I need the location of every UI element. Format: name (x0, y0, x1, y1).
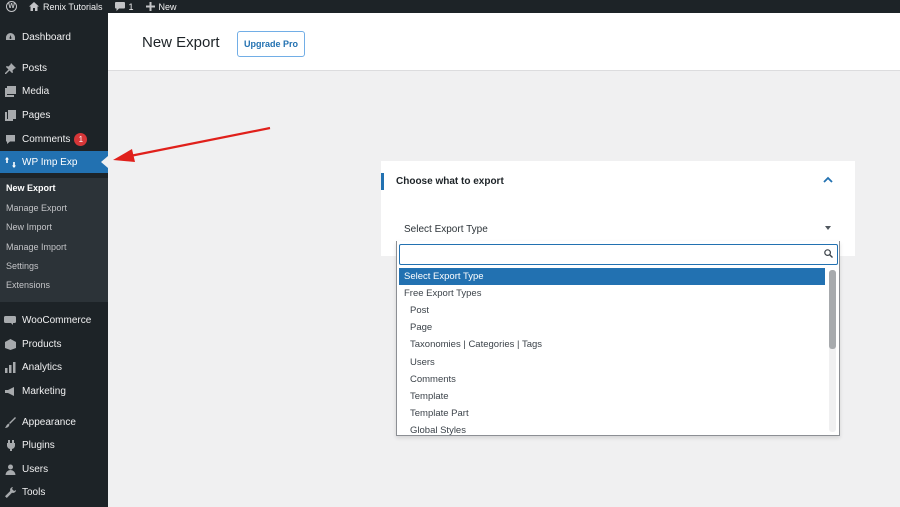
submenu-settings[interactable]: Settings (6, 261, 39, 271)
search-icon (824, 249, 833, 258)
comments-badge: 1 (74, 132, 88, 146)
submenu-new-import[interactable]: New Import (6, 222, 52, 232)
dropdown-option-select-export-type[interactable]: Select Export Type (399, 268, 825, 285)
megaphone-icon (4, 385, 16, 397)
panel-accent-bar (381, 173, 384, 190)
wrench-icon (4, 486, 16, 498)
dropdown-option-comments[interactable]: Comments (399, 371, 825, 388)
users-icon (4, 463, 16, 475)
sidebar-item-woocommerce[interactable]: WooCommerce (0, 309, 108, 331)
sidebar-item-wp-imp-exp[interactable]: WP Imp Exp (0, 151, 108, 173)
analytics-icon (4, 361, 16, 373)
page-header: New Export Upgrade Pro (108, 13, 900, 71)
dropdown-option-template[interactable]: Template (399, 388, 825, 405)
products-icon (4, 338, 16, 350)
pages-icon (4, 109, 16, 121)
comments-count: 1 (128, 1, 134, 12)
dropdown-option-template-part[interactable]: Template Part (399, 405, 825, 422)
upgrade-pro-button[interactable]: Upgrade Pro (237, 31, 305, 57)
comments-link[interactable]: 1 (109, 0, 140, 13)
dropdown-group-free-export-types: Free Export Types (404, 288, 482, 299)
wordpress-icon: W (6, 1, 17, 12)
sidebar-item-products[interactable]: Products (0, 333, 108, 355)
dropdown-option-post[interactable]: Post (399, 302, 825, 319)
annotation-arrow-icon (113, 126, 271, 162)
wp-logo-menu[interactable]: W (0, 0, 23, 13)
media-icon (4, 85, 16, 97)
dropdown-arrow-icon (825, 226, 831, 230)
dropdown-scrollbar-thumb[interactable] (829, 270, 836, 349)
admin-sidebar: Dashboard Posts Media Pages Comments 1 W… (0, 13, 108, 507)
sidebar-item-appearance[interactable]: Appearance (0, 411, 108, 433)
wp-imp-exp-submenu: New Export Manage Export New Import Mana… (0, 178, 108, 302)
site-name-link[interactable]: Renix Tutorials (23, 0, 109, 13)
export-type-selected-value: Select Export Type (404, 223, 488, 235)
panel-title: Choose what to export (396, 176, 504, 187)
sidebar-item-media[interactable]: Media (0, 80, 108, 102)
admin-bar: W Renix Tutorials 1 New (0, 0, 900, 13)
dropdown-scrollbar[interactable] (829, 270, 836, 432)
site-name: Renix Tutorials (43, 1, 103, 12)
woocommerce-icon (4, 314, 16, 326)
dashboard-icon (4, 31, 16, 43)
plugin-icon (4, 439, 16, 451)
export-type-select[interactable]: Select Export Type (397, 217, 837, 241)
sidebar-item-dashboard[interactable]: Dashboard (0, 26, 108, 48)
export-type-dropdown: Select Export Type Free Export Types Pos… (396, 241, 840, 436)
sidebar-item-tools[interactable]: Tools (0, 481, 108, 503)
pin-icon (4, 62, 16, 74)
submenu-manage-export[interactable]: Manage Export (6, 203, 67, 213)
comment-icon (4, 133, 16, 145)
plus-icon (145, 2, 155, 11)
dropdown-option-taxonomies[interactable]: Taxonomies | Categories | Tags (399, 336, 825, 353)
dropdown-option-page[interactable]: Page (399, 319, 825, 336)
submenu-manage-import[interactable]: Manage Import (6, 242, 67, 252)
new-content-link[interactable]: New (140, 0, 183, 13)
brush-icon (4, 416, 16, 428)
page-title: New Export (142, 34, 220, 51)
dropdown-option-global-styles[interactable]: Global Styles (399, 422, 825, 435)
sidebar-item-pages[interactable]: Pages (0, 104, 108, 126)
dropdown-option-users[interactable]: Users (399, 354, 825, 371)
sidebar-item-posts[interactable]: Posts (0, 57, 108, 79)
new-label: New (158, 1, 177, 12)
import-export-icon (4, 156, 16, 168)
comment-bubble-icon (114, 2, 125, 11)
home-icon (29, 2, 39, 11)
submenu-extensions[interactable]: Extensions (6, 280, 50, 290)
sidebar-item-analytics[interactable]: Analytics (0, 356, 108, 378)
chevron-up-icon[interactable] (823, 176, 833, 183)
sidebar-item-plugins[interactable]: Plugins (0, 434, 108, 456)
submenu-new-export[interactable]: New Export (6, 183, 56, 193)
dropdown-search-input[interactable] (399, 244, 838, 265)
sidebar-item-users[interactable]: Users (0, 458, 108, 480)
sidebar-item-comments[interactable]: Comments 1 (0, 128, 108, 150)
sidebar-item-marketing[interactable]: Marketing (0, 380, 108, 402)
